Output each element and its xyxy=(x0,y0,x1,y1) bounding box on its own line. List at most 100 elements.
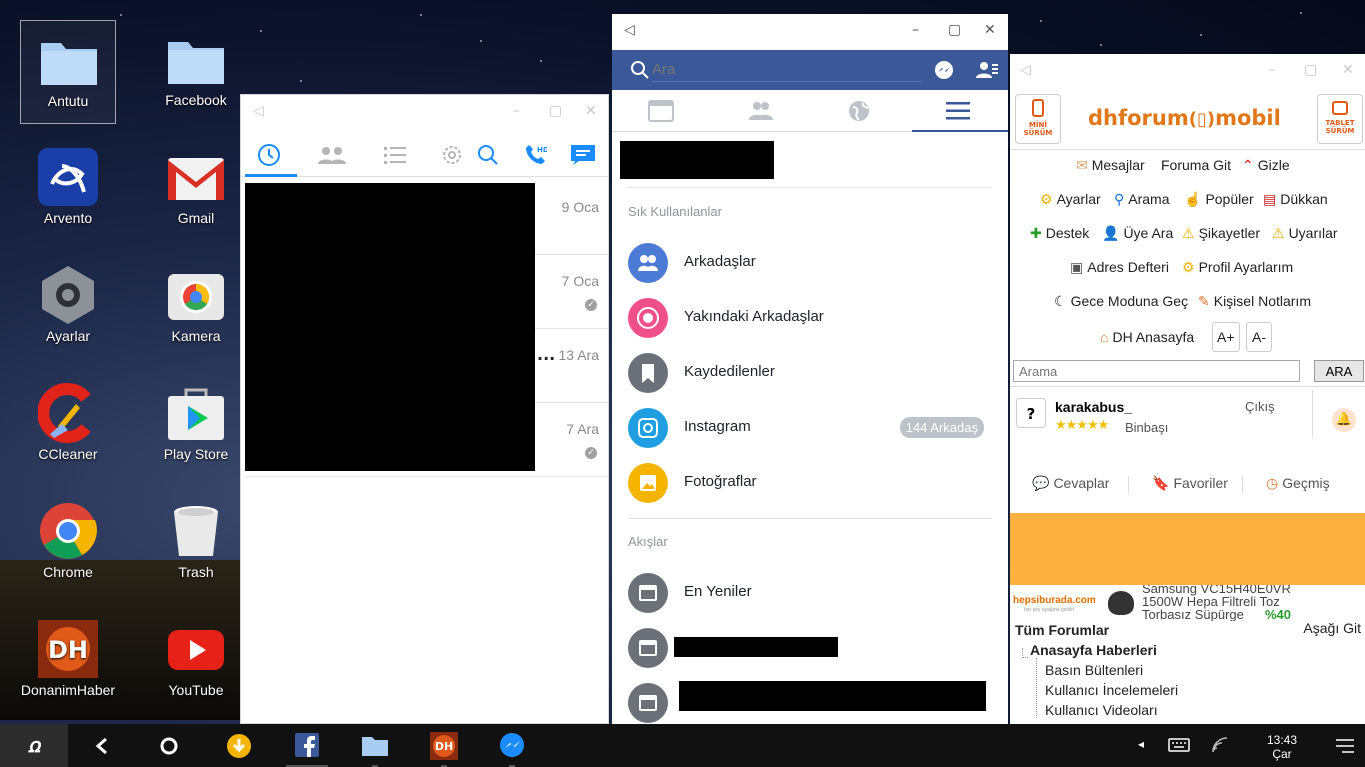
favorites-tab[interactable]: 🔖 Favoriler xyxy=(1152,475,1228,492)
search-button[interactable]: ARA xyxy=(1314,360,1364,382)
globe-icon[interactable] xyxy=(848,100,870,122)
desktop-icon-label: YouTube xyxy=(168,682,224,698)
menu-item-feed[interactable] xyxy=(628,621,992,676)
clock-time[interactable]: 13:43 xyxy=(1260,733,1304,747)
friend-requests-icon[interactable] xyxy=(976,60,998,80)
tree-child[interactable]: Basın Bültenleri xyxy=(1045,662,1143,678)
go-down-link[interactable]: Aşağı Git xyxy=(1303,620,1361,636)
back-icon[interactable]: ◁ xyxy=(624,22,635,38)
search-link[interactable]: ⚲ Arama xyxy=(1114,191,1170,208)
font-decrease-button[interactable]: A- xyxy=(1246,322,1272,352)
mini-version-button[interactable]: MİNİ SÜRÜM xyxy=(1015,94,1061,144)
warning-icon: ⚠ xyxy=(1182,225,1195,241)
compose-icon[interactable] xyxy=(571,145,595,165)
shop-link[interactable]: ▤ Dükkan xyxy=(1263,191,1328,208)
keyboard-icon[interactable] xyxy=(1168,738,1190,752)
notes-link[interactable]: ✎ Kişisel Notlarım xyxy=(1198,293,1311,310)
address-book-icon: ▣ xyxy=(1070,259,1084,275)
search-input[interactable] xyxy=(652,58,922,82)
desktop-icon-youtube[interactable]: YouTube xyxy=(148,610,244,714)
replies-tab[interactable]: 💬 Cevaplar xyxy=(1032,475,1109,492)
tree-child[interactable]: Kullanıcı Videoları xyxy=(1045,702,1158,718)
close-icon[interactable]: ✕ xyxy=(1342,62,1354,78)
history-tab[interactable]: ◷ Geçmiş xyxy=(1266,475,1330,492)
address-book-link[interactable]: ▣ Adres Defteri xyxy=(1070,259,1169,276)
desktop-icon-ccleaner[interactable]: CCleaner xyxy=(20,374,116,478)
logout-link[interactable]: Çıkış xyxy=(1245,399,1275,414)
recent-icon[interactable] xyxy=(257,143,281,167)
maximize-icon[interactable]: ▢ xyxy=(948,22,961,38)
desktop-icon-ayarlar[interactable]: Ayarlar xyxy=(20,256,116,360)
minimize-icon[interactable]: – xyxy=(912,22,919,38)
desktop-icon-facebook[interactable]: Facebook xyxy=(148,20,244,124)
desktop-icon-donanimhaber[interactable]: DH DonanimHaber xyxy=(20,610,116,714)
warnings-link[interactable]: ⚠ Uyarılar xyxy=(1272,225,1338,242)
menu-icon[interactable] xyxy=(946,102,970,120)
tray-expand-icon[interactable]: ◂ xyxy=(1138,737,1144,751)
menu-item-most-recent[interactable]: En Yeniler xyxy=(628,566,992,621)
dh-home-link[interactable]: ⌂ DH Anasayfa xyxy=(1100,329,1194,345)
menu-item-instagram[interactable]: Instagram 144 Arkadaş xyxy=(628,401,992,456)
desktop-icon-kamera[interactable]: Kamera xyxy=(148,256,244,360)
night-mode-link[interactable]: ☾ Gece Moduna Geç xyxy=(1054,293,1188,310)
ad-banner[interactable]: hepsiburada.com her şey ayağına gelsin S… xyxy=(1010,585,1365,621)
friends-icon[interactable] xyxy=(748,100,774,122)
tree-parent[interactable]: Anasayfa Haberleri xyxy=(1030,642,1157,658)
dh-logo[interactable]: dhforum(▯)mobil xyxy=(1088,106,1281,130)
desktop-icon-antutu[interactable]: Antutu xyxy=(20,20,116,124)
close-icon[interactable]: ✕ xyxy=(984,22,996,38)
desktop-icon-gmail[interactable]: Gmail xyxy=(148,138,244,242)
notifications-menu-icon[interactable] xyxy=(1336,739,1354,753)
goto-forum-link[interactable]: Foruma Git xyxy=(1161,157,1231,173)
gear-icon[interactable] xyxy=(441,144,463,166)
donanimhaber-icon[interactable]: DH xyxy=(430,732,458,760)
messenger-icon[interactable] xyxy=(498,732,526,760)
start-button[interactable]: ꭥ xyxy=(0,724,68,767)
groups-icon[interactable] xyxy=(317,145,347,165)
back-icon[interactable]: ◁ xyxy=(253,103,264,119)
search-input[interactable] xyxy=(1013,360,1300,382)
back-icon[interactable]: ◁ xyxy=(1020,62,1031,78)
menu-item-friends[interactable]: Arkadaşlar xyxy=(628,236,992,291)
files-icon[interactable] xyxy=(361,733,389,757)
home-icon[interactable] xyxy=(160,737,178,755)
settings-link[interactable]: ⚙ Ayarlar xyxy=(1040,191,1101,208)
close-icon[interactable]: ✕ xyxy=(585,103,597,119)
maximize-icon[interactable]: ▢ xyxy=(1304,62,1317,78)
list-icon[interactable] xyxy=(384,146,406,164)
messages-link[interactable]: ✉ Mesajlar xyxy=(1076,157,1145,174)
popular-link[interactable]: ☝ Popüler xyxy=(1184,191,1254,208)
tree-child[interactable]: Kullanıcı İncelemeleri xyxy=(1045,682,1178,698)
minimize-icon[interactable]: – xyxy=(513,103,520,119)
font-increase-button[interactable]: A+ xyxy=(1212,322,1240,352)
minimize-icon[interactable]: – xyxy=(1268,62,1275,78)
forum-title[interactable]: Tüm Forumlar xyxy=(1015,622,1109,638)
desktop-icon-arvento[interactable]: Arvento xyxy=(20,138,116,242)
download-icon[interactable] xyxy=(226,733,252,759)
back-icon[interactable] xyxy=(94,737,110,755)
hd-call-icon[interactable]: HD xyxy=(525,143,547,165)
hide-link[interactable]: ⌃ Gizle xyxy=(1242,157,1290,174)
desktop-icon-play-store[interactable]: Play Store xyxy=(148,374,244,478)
search-icon[interactable] xyxy=(477,144,499,166)
profile-settings-link[interactable]: ⚙ Profil Ayarlarım xyxy=(1182,259,1293,276)
news-feed-icon[interactable] xyxy=(648,100,674,122)
menu-item-nearby-friends[interactable]: Yakındaki Arkadaşlar xyxy=(628,291,992,346)
member-search-link[interactable]: 👤 Üye Ara xyxy=(1102,225,1173,242)
desktop-icon-trash[interactable]: Trash xyxy=(148,492,244,596)
messenger-icon[interactable] xyxy=(934,60,954,80)
tablet-version-button[interactable]: TABLET SÜRÜM xyxy=(1317,94,1363,144)
maximize-icon[interactable]: ▢ xyxy=(549,103,562,119)
avatar[interactable]: ? xyxy=(1016,398,1046,428)
menu-item-photos[interactable]: Fotoğraflar xyxy=(628,456,992,511)
clock-day[interactable]: Çar xyxy=(1260,747,1304,761)
support-link[interactable]: ✚ Destek xyxy=(1030,225,1089,242)
complaints-link[interactable]: ⚠ Şikayetler xyxy=(1182,225,1260,242)
network-icon[interactable] xyxy=(1212,737,1228,753)
bell-icon[interactable]: 🔔 xyxy=(1332,408,1356,432)
facebook-icon[interactable] xyxy=(295,733,319,757)
menu-item-saved[interactable]: Kaydedilenler xyxy=(628,346,992,401)
username[interactable]: karakabus_ xyxy=(1055,399,1132,415)
menu-item-feed[interactable] xyxy=(628,676,992,724)
desktop-icon-chrome[interactable]: Chrome xyxy=(20,492,116,596)
